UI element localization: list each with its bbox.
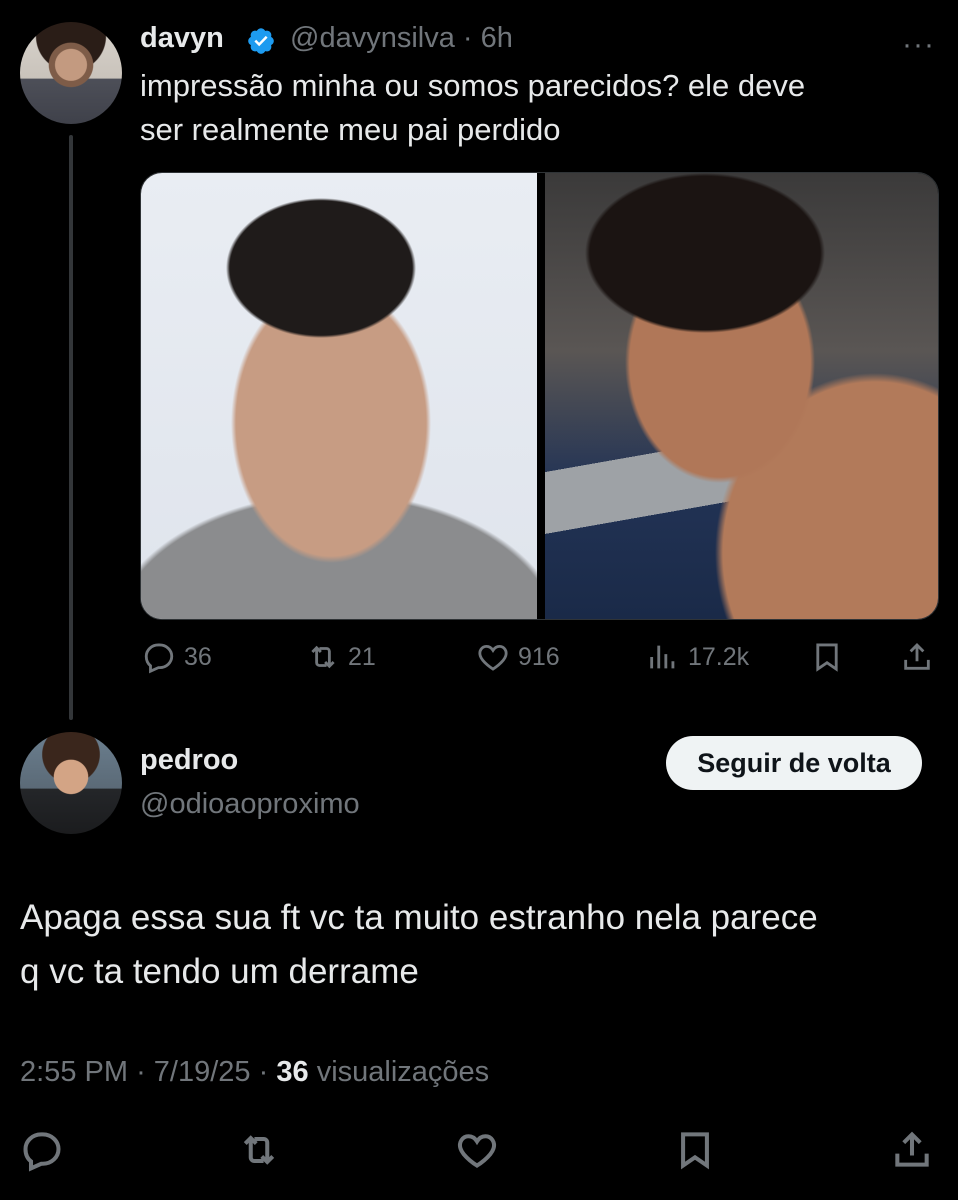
avatar-davyn[interactable] (20, 22, 122, 124)
handle-davyn[interactable]: @davynsilva · 6h (290, 22, 513, 55)
tweet-date[interactable]: 7/19/25 (154, 1056, 251, 1088)
tweet-media-grid[interactable] (140, 172, 939, 620)
separator-dot: · (136, 1056, 146, 1088)
repost-icon (311, 645, 335, 669)
bookmark-action[interactable] (810, 640, 844, 674)
media-photo-right[interactable] (545, 173, 938, 619)
like-count: 916 (518, 642, 560, 671)
like-icon (478, 644, 508, 671)
view-label: visualizações (316, 1056, 490, 1088)
reply-icon (144, 643, 174, 674)
bookmark-button[interactable] (673, 1128, 717, 1177)
tweet-meta: 2:55 PM · 7/19/25 · 36 visualizações (20, 1056, 489, 1089)
tweet-text-line-1: impressão minha ou somos parecidos? ele … (140, 68, 806, 103)
like-icon (458, 1134, 496, 1168)
reply-text-line-2: q vc ta tendo um derrame (20, 952, 419, 991)
timestamp: 6h (480, 22, 513, 54)
views-count: 17.2k (688, 642, 750, 671)
share-icon (904, 642, 930, 670)
repost-action[interactable]: 21 (306, 640, 376, 674)
media-divider (537, 173, 545, 619)
like-button[interactable] (455, 1128, 499, 1177)
share-icon (895, 1131, 929, 1167)
handle-pedroo[interactable]: @odioaoproximo (140, 788, 360, 821)
like-action[interactable]: 916 (476, 640, 560, 674)
separator-dot: · (258, 1056, 269, 1088)
thread-connector-line (69, 135, 73, 720)
display-name-pedroo[interactable]: pedroo (140, 744, 238, 777)
media-photo-left[interactable] (141, 173, 537, 619)
share-button[interactable] (890, 1128, 934, 1177)
repost-icon (243, 1135, 275, 1165)
repost-button[interactable] (237, 1128, 281, 1177)
views-icon (650, 645, 675, 669)
bookmark-icon (681, 1132, 709, 1170)
reply-text-line-1: Apaga essa sua ft vc ta muito estranho n… (20, 898, 818, 937)
handle-text: @davynsilva (290, 22, 455, 54)
reply-count: 36 (184, 642, 212, 671)
views-action[interactable]: 17.2k (646, 640, 749, 674)
display-name-davyn[interactable]: davyn (140, 22, 224, 55)
bookmark-icon (816, 643, 838, 672)
more-options-icon[interactable]: ··· (902, 28, 935, 62)
tweet-time[interactable]: 2:55 PM (20, 1056, 128, 1088)
tweet-text-line-2: ser realmente meu pai perdido (140, 112, 561, 147)
view-count: 36 (276, 1056, 309, 1088)
reply-icon (23, 1132, 61, 1172)
verified-badge-icon (248, 28, 274, 54)
share-action[interactable] (900, 640, 934, 674)
reply-action[interactable]: 36 (142, 640, 212, 674)
repost-count: 21 (348, 642, 376, 671)
separator-dot: · (462, 22, 473, 54)
avatar-pedroo[interactable] (20, 732, 122, 834)
reply-button[interactable] (20, 1128, 64, 1177)
follow-back-button[interactable]: Seguir de volta (666, 736, 922, 790)
